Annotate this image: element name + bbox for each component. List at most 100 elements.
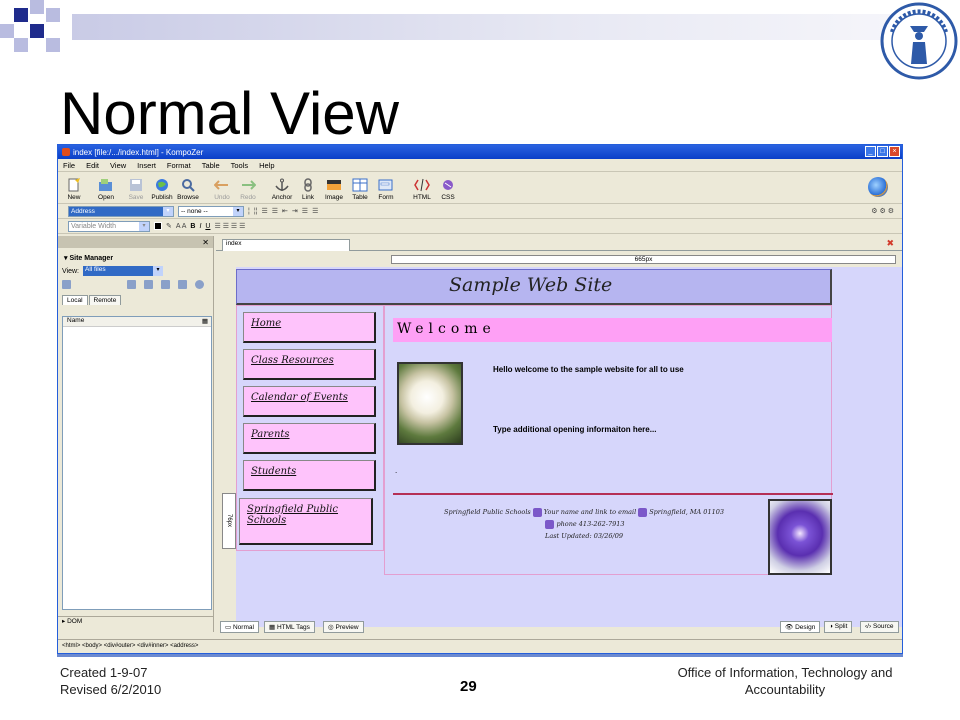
save-button[interactable]: Save bbox=[124, 178, 148, 201]
nav-springfield[interactable]: Springfield Public Schools bbox=[239, 498, 373, 545]
page-icon: ▭ bbox=[225, 624, 232, 631]
align-left-icon[interactable]: ☰ bbox=[302, 207, 308, 215]
undo-button[interactable]: Undo bbox=[210, 178, 234, 201]
purple-flower-image[interactable] bbox=[768, 499, 832, 575]
column-picker-icon[interactable]: ▦ bbox=[202, 317, 208, 325]
width-ruler: 665px bbox=[391, 255, 896, 264]
menu-table[interactable]: Table bbox=[202, 161, 220, 170]
editor-margin bbox=[216, 267, 236, 627]
underline-button[interactable]: U bbox=[205, 223, 210, 230]
table-label: Table bbox=[352, 194, 368, 201]
tab-preview[interactable]: ◎ Preview bbox=[323, 621, 364, 633]
tab-remote[interactable]: Remote bbox=[88, 295, 122, 305]
chevron-down-icon: ▾ bbox=[163, 206, 173, 216]
slide-footer-line bbox=[57, 654, 903, 657]
tag-status-bar[interactable]: <html> <body> <div#outer> <div#inner> <a… bbox=[58, 639, 902, 651]
rose-image[interactable] bbox=[397, 362, 463, 445]
tab-source[interactable]: ‹/› Source bbox=[860, 621, 899, 633]
open-button[interactable]: Open bbox=[94, 178, 118, 201]
close-button[interactable]: × bbox=[889, 146, 900, 157]
tab-split[interactable]: ◑ Split bbox=[824, 621, 853, 633]
align-icons[interactable]: ☰ ☰ ☰ ☰ bbox=[214, 222, 245, 230]
tab-normal[interactable]: ▭ Normal bbox=[220, 621, 259, 633]
tab-index[interactable]: index bbox=[222, 239, 350, 251]
nav-students[interactable]: Students bbox=[243, 460, 376, 491]
edit-sites-icon[interactable] bbox=[62, 280, 71, 289]
tab-html-tags[interactable]: ▦ HTML Tags bbox=[264, 621, 315, 633]
menu-edit[interactable]: Edit bbox=[86, 161, 99, 170]
settings-icons[interactable]: ⚙ ⚙ ⚙ bbox=[871, 207, 894, 215]
highlight-icon[interactable]: ✎ bbox=[166, 222, 172, 230]
bold-button[interactable]: B bbox=[190, 223, 195, 230]
close-icon[interactable]: ✕ bbox=[202, 238, 209, 247]
numbered-list-icon[interactable]: ☰ bbox=[261, 207, 267, 215]
site-content[interactable]: Welcome Hello welcome to the sample webs… bbox=[384, 305, 833, 575]
height-ruler: 76px bbox=[222, 493, 236, 549]
tab-local[interactable]: Local bbox=[62, 295, 88, 305]
nav-class-resources[interactable]: Class Resources bbox=[243, 349, 376, 380]
font-select[interactable]: Variable Width ▾ bbox=[68, 220, 150, 232]
chevron-down-icon: ▾ bbox=[233, 206, 243, 216]
delete-icon[interactable] bbox=[178, 280, 187, 289]
bullet-list-icon[interactable]: ☰ bbox=[272, 207, 278, 215]
new-button[interactable]: New bbox=[62, 178, 86, 201]
new-folder-icon[interactable] bbox=[144, 280, 153, 289]
image-button[interactable]: Image bbox=[322, 178, 346, 201]
block-formats-icon[interactable]: ¦¦ bbox=[254, 208, 258, 215]
form-button[interactable]: Form bbox=[374, 178, 398, 201]
menu-view[interactable]: View bbox=[110, 161, 126, 170]
stop-icon[interactable] bbox=[195, 280, 204, 289]
site-manager-panel: ✕ ▾ Site Manager View: All files ▾ Local… bbox=[58, 236, 214, 632]
maximize-button[interactable]: □ bbox=[877, 146, 888, 157]
publish-button[interactable]: Publish bbox=[150, 178, 174, 201]
anchor-button[interactable]: Anchor bbox=[270, 178, 294, 201]
nav-parents[interactable]: Parents bbox=[243, 423, 376, 454]
form-icon bbox=[378, 179, 393, 191]
menu-format[interactable]: Format bbox=[167, 161, 191, 170]
window-titlebar[interactable]: index [file:/.../index.html] - KompoZer … bbox=[58, 145, 902, 159]
html-icon bbox=[414, 178, 430, 192]
site-manager-title: ▾ Site Manager bbox=[64, 255, 114, 262]
outdent-icon[interactable]: ⇤ bbox=[282, 207, 288, 215]
font-size-icons[interactable]: A A bbox=[176, 223, 187, 230]
menu-file[interactable]: File bbox=[63, 161, 75, 170]
app-icon bbox=[62, 148, 70, 156]
minimize-button[interactable]: _ bbox=[865, 146, 876, 157]
link-button[interactable]: Link bbox=[296, 178, 320, 201]
tab-design[interactable]: 👁 Design bbox=[780, 621, 821, 633]
slide-top-bar bbox=[72, 14, 890, 40]
menu-tools[interactable]: Tools bbox=[231, 161, 249, 170]
slide-deco-square bbox=[30, 24, 44, 38]
footer-email[interactable]: Your name and link to email bbox=[544, 508, 636, 516]
file-list[interactable]: Name ▦ bbox=[62, 316, 212, 610]
table-icon bbox=[352, 178, 368, 192]
browse-button[interactable]: Browse bbox=[176, 178, 200, 201]
nav-home[interactable]: Home bbox=[243, 312, 376, 343]
nav-calendar[interactable]: Calendar of Events bbox=[243, 386, 376, 417]
empty-paragraph: . bbox=[395, 466, 398, 475]
align-right-icon[interactable]: ☰ bbox=[312, 207, 318, 215]
refresh-icon[interactable] bbox=[127, 280, 136, 289]
class-select[interactable]: -- none -- ▾ bbox=[178, 205, 244, 217]
page-number: 29 bbox=[460, 678, 477, 695]
rename-icon[interactable] bbox=[161, 280, 170, 289]
redo-button[interactable]: Redo bbox=[236, 178, 260, 201]
paragraph-style-select[interactable]: Address ▾ bbox=[68, 205, 174, 217]
menu-help[interactable]: Help bbox=[259, 161, 274, 170]
css-button[interactable]: CSS bbox=[436, 178, 460, 201]
name-column-header[interactable]: Name ▦ bbox=[63, 317, 211, 327]
edit-mode-tabs: ▭ Normal ▦ HTML Tags ◎ Preview 👁 Design … bbox=[220, 621, 902, 635]
html-button[interactable]: HTML bbox=[410, 178, 434, 201]
view-select[interactable]: All files ▾ bbox=[83, 266, 163, 276]
editor-canvas[interactable]: Sample Web Site Home Class Resources Cal… bbox=[236, 267, 902, 627]
site-header[interactable]: Sample Web Site bbox=[236, 269, 832, 305]
italic-button[interactable]: I bbox=[199, 223, 201, 230]
remove-text-styles-icon[interactable]: ¦ bbox=[248, 208, 250, 215]
dom-panel-toggle[interactable]: ▸ DOM bbox=[58, 616, 214, 628]
anchor-icon bbox=[275, 178, 289, 191]
menu-insert[interactable]: Insert bbox=[137, 161, 156, 170]
text-color-icon[interactable] bbox=[154, 222, 162, 230]
table-button[interactable]: Table bbox=[348, 178, 372, 201]
close-tab-icon[interactable]: ✖ bbox=[886, 238, 894, 249]
indent-icon[interactable]: ⇥ bbox=[292, 207, 298, 215]
